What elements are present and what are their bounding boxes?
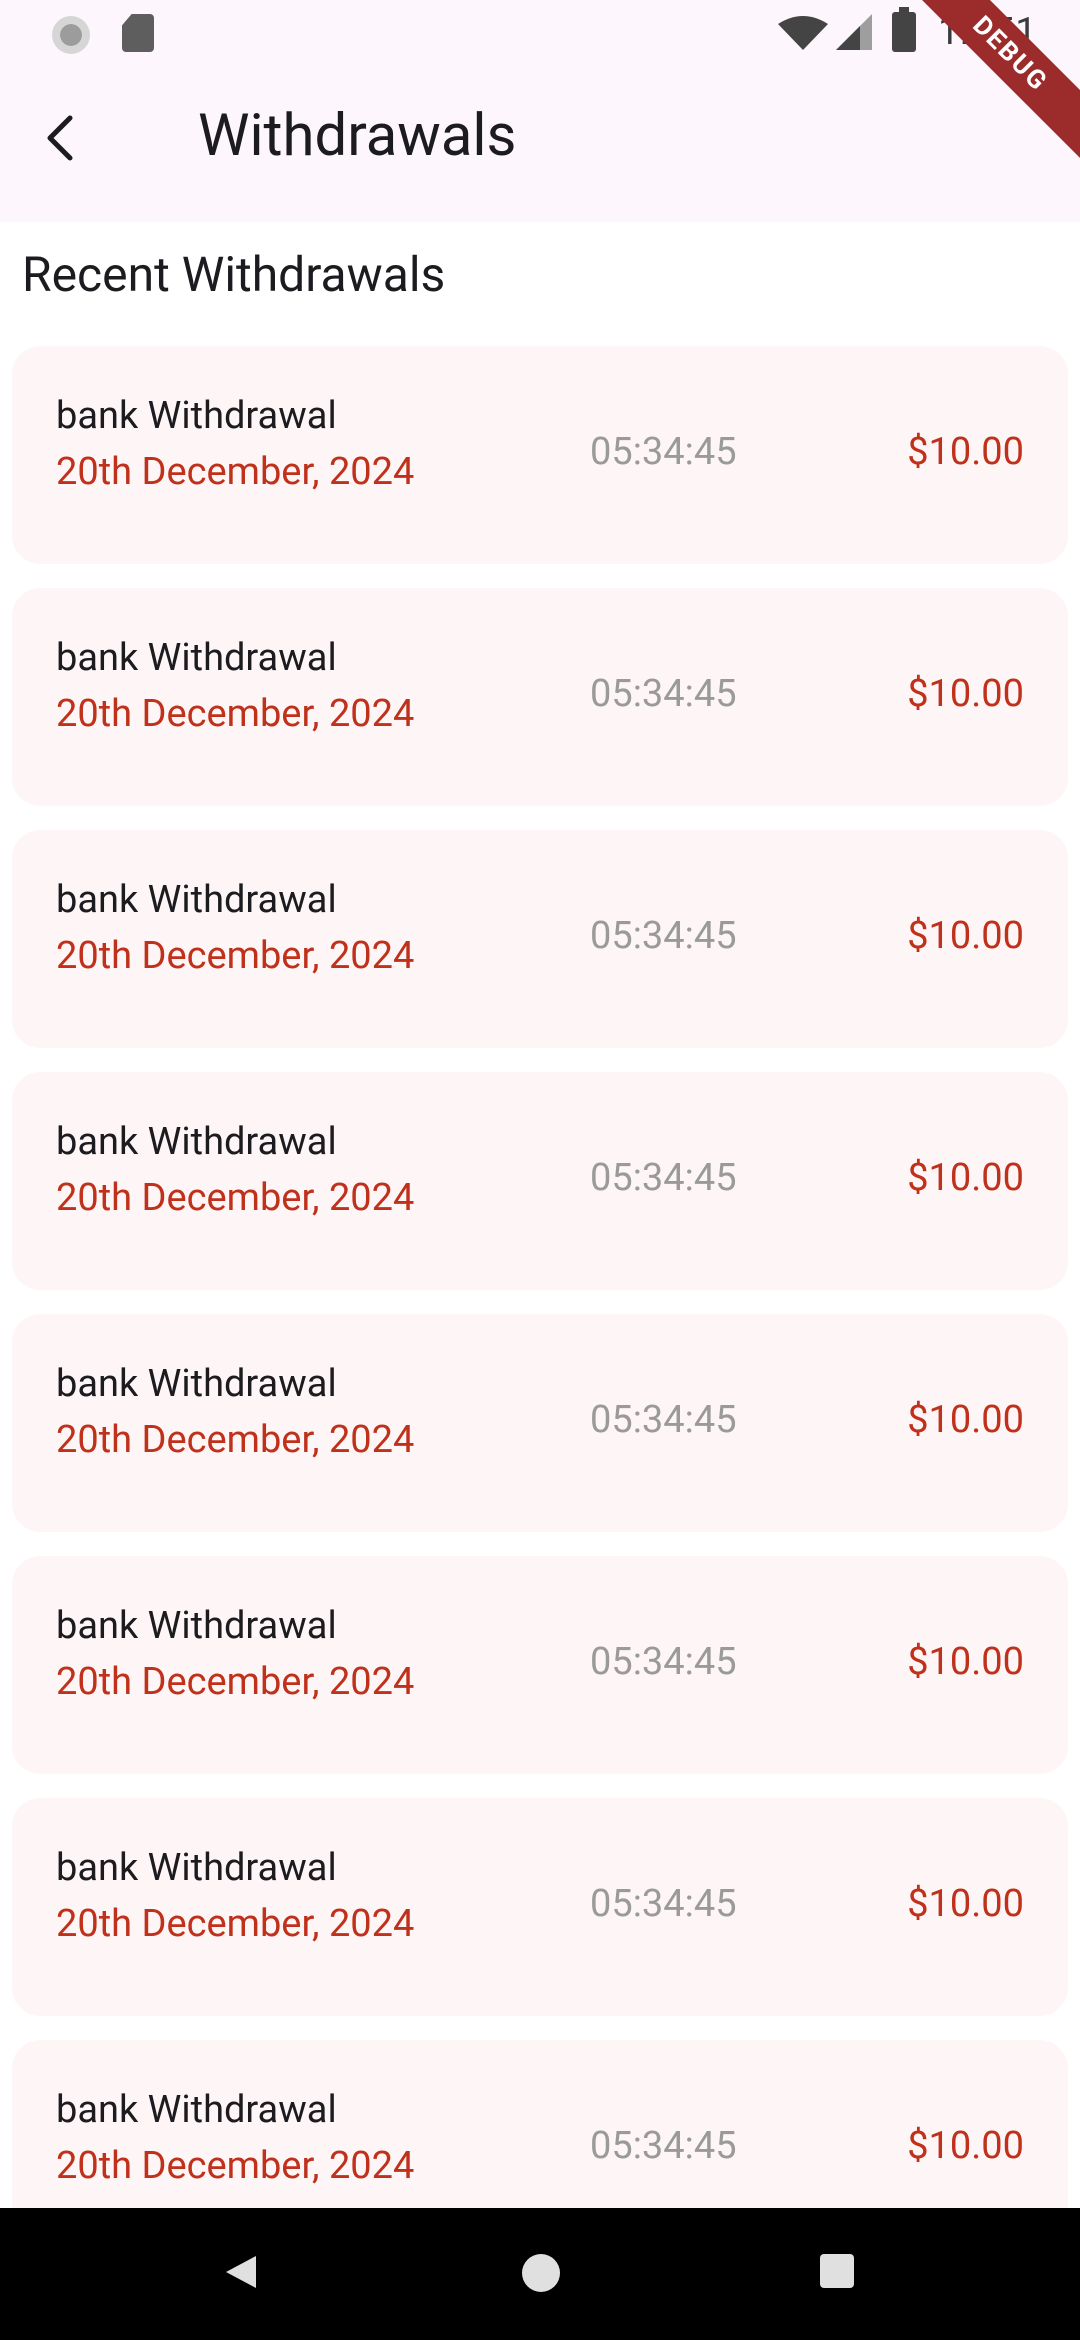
withdrawal-type: bank Withdrawal	[56, 636, 337, 680]
status-bar: 12:51	[0, 0, 1080, 66]
withdrawal-amount: $10.00	[907, 672, 1024, 716]
withdrawal-amount: $10.00	[907, 1398, 1024, 1442]
wifi-icon	[778, 16, 828, 50]
system-nav-bar	[0, 2208, 1080, 2340]
withdrawal-type: bank Withdrawal	[56, 878, 337, 922]
back-button[interactable]	[30, 106, 94, 170]
app-bar: Withdrawals	[0, 66, 1080, 222]
withdrawal-date: 20th December, 2024	[56, 1176, 415, 1220]
section-title: Recent Withdrawals	[22, 246, 446, 303]
nav-home-icon[interactable]	[522, 2254, 560, 2292]
sd-card-icon	[122, 14, 154, 52]
withdrawal-date: 20th December, 2024	[56, 1902, 415, 1946]
withdrawal-type: bank Withdrawal	[56, 1362, 337, 1406]
withdrawal-amount: $10.00	[907, 1156, 1024, 1200]
page-title: Withdrawals	[198, 102, 517, 170]
withdrawal-type: bank Withdrawal	[56, 1604, 337, 1648]
battery-icon	[892, 7, 916, 52]
withdrawal-date: 20th December, 2024	[56, 934, 415, 978]
withdrawal-time: 05:34:45	[590, 1640, 737, 1684]
withdrawal-amount: $10.00	[907, 2124, 1024, 2168]
withdrawal-date: 20th December, 2024	[56, 692, 415, 736]
withdrawal-amount: $10.00	[907, 1882, 1024, 1926]
withdrawal-time: 05:34:45	[590, 1398, 737, 1442]
withdrawal-card[interactable]: bank Withdrawal 20th December, 2024 05:3…	[12, 1798, 1068, 2016]
withdrawal-time: 05:34:45	[590, 430, 737, 474]
withdrawal-card[interactable]: bank Withdrawal 20th December, 2024 05:3…	[12, 1556, 1068, 1774]
withdrawal-type: bank Withdrawal	[56, 1120, 337, 1164]
withdrawal-amount: $10.00	[907, 1640, 1024, 1684]
nav-recents-icon[interactable]	[820, 2254, 854, 2288]
withdrawal-card[interactable]: bank Withdrawal 20th December, 2024 05:3…	[12, 346, 1068, 564]
withdrawal-time: 05:34:45	[590, 1882, 737, 1926]
signal-icon	[836, 14, 872, 50]
withdrawal-time: 05:34:45	[590, 1156, 737, 1200]
withdrawal-card[interactable]: bank Withdrawal 20th December, 2024 05:3…	[12, 588, 1068, 806]
withdrawal-amount: $10.00	[907, 914, 1024, 958]
withdrawal-card[interactable]: bank Withdrawal 20th December, 2024 05:3…	[12, 1072, 1068, 1290]
nav-back-icon[interactable]	[222, 2252, 262, 2292]
withdrawal-date: 20th December, 2024	[56, 1418, 415, 1462]
withdrawal-time: 05:34:45	[590, 672, 737, 716]
withdrawal-date: 20th December, 2024	[56, 450, 415, 494]
withdrawal-type: bank Withdrawal	[56, 394, 337, 438]
withdrawal-card[interactable]: bank Withdrawal 20th December, 2024 05:3…	[12, 830, 1068, 1048]
sync-icon	[52, 16, 90, 54]
withdrawal-time: 05:34:45	[590, 2124, 737, 2168]
withdrawal-time: 05:34:45	[590, 914, 737, 958]
withdrawal-amount: $10.00	[907, 430, 1024, 474]
withdrawal-card[interactable]: bank Withdrawal 20th December, 2024 05:3…	[12, 1314, 1068, 1532]
withdrawal-type: bank Withdrawal	[56, 2088, 337, 2132]
withdrawal-date: 20th December, 2024	[56, 1660, 415, 1704]
withdrawals-list: bank Withdrawal 20th December, 2024 05:3…	[12, 346, 1068, 2282]
withdrawal-date: 20th December, 2024	[56, 2144, 415, 2188]
withdrawal-type: bank Withdrawal	[56, 1846, 337, 1890]
